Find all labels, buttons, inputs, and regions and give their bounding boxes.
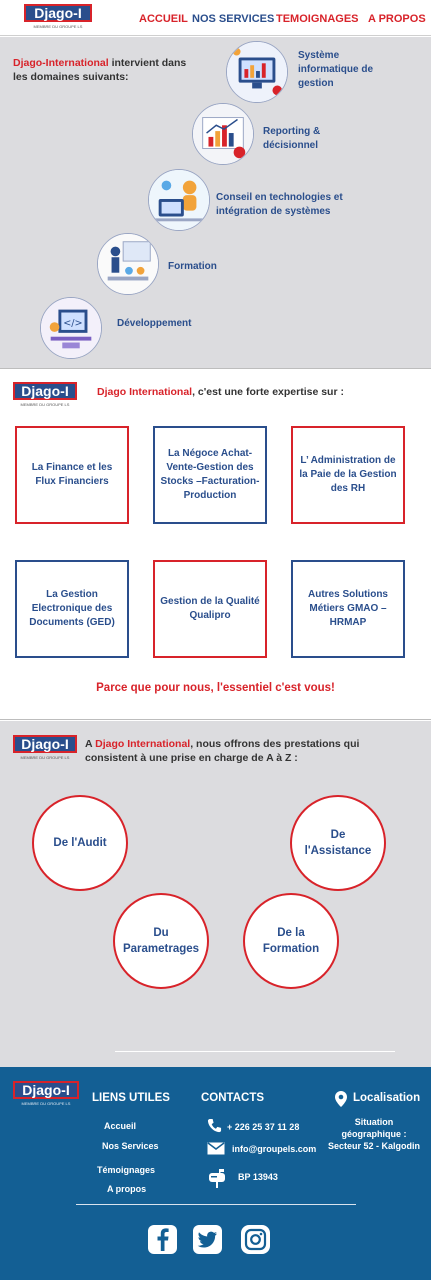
nav-temoignages[interactable]: TEMOIGNAGES (276, 13, 359, 25)
expertise-item-paie: L’ Administration de la Paie de la Gesti… (291, 426, 405, 524)
service-parametrages: Du Parametrages (113, 893, 209, 989)
domain-label-consulting: Conseil en technologies et intégration d… (216, 192, 343, 217)
title-prefix: A (85, 738, 96, 750)
svg-text:</>: </> (63, 318, 82, 329)
service-assistance: De l'Assistance (290, 795, 386, 891)
contacts-title: CONTACTS (201, 1092, 265, 1104)
domain-label-formation: Formation (168, 261, 217, 272)
divider (115, 1051, 395, 1052)
links-title: LIENS UTILES (92, 1092, 170, 1104)
domain-label-it: Système informatique de gestion (298, 50, 374, 89)
domain-label-developpement: Développement (117, 318, 192, 329)
logo-text: Djago-I (13, 735, 77, 753)
nav-accueil[interactable]: ACCUEIL (139, 13, 188, 25)
title-text: , c'est une forte expertise sur : (192, 386, 344, 398)
location-title: Localisation (353, 1092, 421, 1104)
brand-name: Djago-International (13, 57, 109, 69)
phone-icon (207, 1118, 222, 1138)
twitter-icon[interactable] (193, 1225, 222, 1254)
nav-nos-services[interactable]: NOS SERVICES (192, 13, 274, 25)
logo-text: Djago-I (13, 1081, 79, 1099)
domains-intro: Djago-International intervient dans les … (13, 56, 193, 84)
service-formation: De la Formation (243, 893, 339, 989)
development-icon: </> (40, 297, 102, 359)
footer-divider (76, 1204, 356, 1205)
footer-link-a-propos[interactable]: A propos (107, 1184, 146, 1194)
service-audit: De l'Audit (32, 795, 128, 891)
site-footer: Djago-I MEMBRE DU GROUPE LS LIENS UTILES… (0, 1067, 431, 1280)
location-text: Situation géographique : Secteur 52 - Ka… (327, 1117, 421, 1151)
site-header: Djago-I MEMBRE DU GROUPE LS ACCUEIL NOS … (0, 0, 431, 36)
logo-subtitle: MEMBRE DU GROUPE LS (33, 24, 83, 29)
reporting-icon (192, 103, 254, 165)
expertise-item-qualite: Gestion de la Qualité Qualipro (153, 560, 267, 658)
services-section: Djago-I MEMBRE DU GROUPE LS A Djago Inte… (0, 721, 431, 1067)
location-pin-icon (335, 1091, 347, 1112)
email-icon (207, 1142, 225, 1160)
logo-subtitle: MEMBRE DU GROUPE LS (20, 402, 70, 407)
nav-a-propos[interactable]: A PROPOS (368, 13, 426, 25)
expertise-item-autres: Autres Solutions Métiers GMAO – HRMAP (291, 560, 405, 658)
facebook-icon[interactable] (148, 1225, 177, 1254)
email-link[interactable]: info@groupels.com (232, 1144, 316, 1154)
logo-subtitle: MEMBRE DU GROUPE LS (21, 1101, 71, 1106)
expertise-title: Djago International, c'est une forte exp… (97, 386, 344, 398)
expertise-logo: Djago-I MEMBRE DU GROUPE LS (13, 382, 77, 407)
header-logo[interactable]: Djago-I MEMBRE DU GROUPE LS (24, 4, 92, 29)
expertise-item-negoce: La Négoce Achat-Vente-Gestion des Stocks… (153, 426, 267, 524)
footer-logo[interactable]: Djago-I MEMBRE DU GROUPE LS (13, 1081, 79, 1106)
expertise-section: Djago-I MEMBRE DU GROUPE LS Djago Intern… (0, 370, 431, 720)
training-icon (97, 233, 159, 295)
po-box: BP 13943 (238, 1172, 278, 1182)
domain-label-reporting: Reporting & décisionnel (263, 126, 321, 151)
services-title: A Djago International, nous offrons des … (85, 737, 405, 765)
domains-section: Djago-International intervient dans les … (0, 37, 431, 369)
logo-text: Djago-I (13, 382, 77, 400)
it-management-icon (226, 41, 288, 103)
footer-link-temoignages[interactable]: Témoignages (97, 1165, 155, 1175)
services-logo: Djago-I MEMBRE DU GROUPE LS (13, 735, 77, 760)
logo-text: Djago-I (24, 4, 92, 22)
logo-subtitle: MEMBRE DU GROUPE LS (20, 755, 70, 760)
tagline: Parce que pour nous, l'essentiel c'est v… (96, 682, 335, 694)
brand-name: Djago International (97, 386, 193, 398)
instagram-icon[interactable] (241, 1225, 270, 1254)
footer-link-accueil[interactable]: Accueil (104, 1121, 136, 1131)
expertise-item-finance: La Finance et les Flux Financiers (15, 426, 129, 524)
footer-link-nos-services[interactable]: Nos Services (102, 1141, 159, 1151)
expertise-item-ged: La Gestion Electronique des Documents (G… (15, 560, 129, 658)
mailbox-icon (206, 1168, 228, 1193)
phone-number: + 226 25 37 11 28 (227, 1122, 300, 1132)
brand-name: Djago International (95, 738, 191, 750)
consulting-icon (148, 169, 210, 231)
